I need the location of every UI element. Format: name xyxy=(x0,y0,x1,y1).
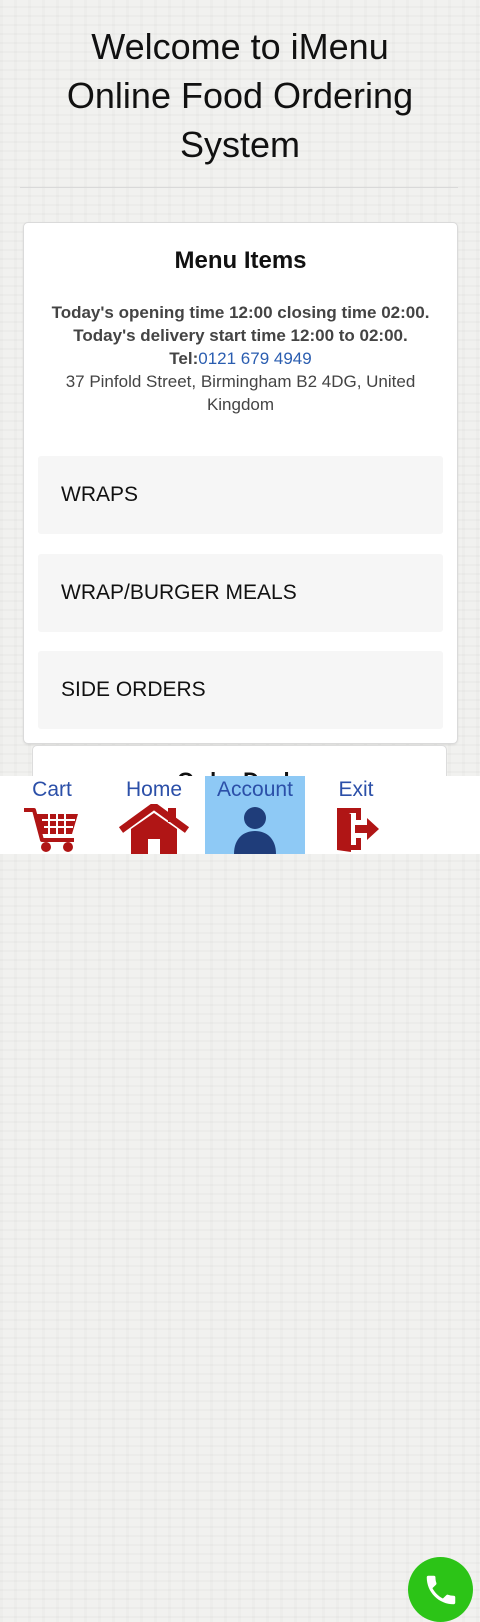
title-line-1: Welcome to iMenu xyxy=(91,26,389,67)
card-heading: Menu Items xyxy=(174,247,307,274)
nav-account-label: Account xyxy=(217,778,293,801)
nav-account[interactable]: Account xyxy=(205,776,305,854)
title-line-3: System xyxy=(179,124,301,165)
nav-cart[interactable]: Cart xyxy=(18,776,86,854)
store-info: Today's opening time 12:00 closing time … xyxy=(34,301,447,416)
tel-link[interactable]: 0121 679 4949 xyxy=(198,349,311,368)
nav-exit[interactable]: Exit xyxy=(330,776,382,854)
store-address: 37 Pinfold Street, Birmingham B2 4DG, Un… xyxy=(65,372,416,414)
cart-icon xyxy=(24,808,78,852)
home-icon xyxy=(119,804,189,854)
phone-icon xyxy=(426,1575,456,1605)
delivery-times: Today's delivery start time 12:00 to 02:… xyxy=(73,326,408,345)
menu-item-side-orders[interactable]: SIDE ORDERS xyxy=(38,651,443,729)
nav-home[interactable]: Home xyxy=(118,776,190,854)
call-button[interactable] xyxy=(408,1557,473,1622)
menu-item-wraps[interactable]: WRAPS xyxy=(38,456,443,534)
menu-items-card: Menu Items Today's opening time 12:00 cl… xyxy=(23,222,458,744)
header-divider xyxy=(20,187,458,188)
nav-cart-label: Cart xyxy=(32,778,72,801)
tel-label: Tel: xyxy=(169,349,199,368)
nav-exit-label: Exit xyxy=(338,778,374,801)
nav-home-label: Home xyxy=(125,778,183,801)
opening-times: Today's opening time 12:00 closing time … xyxy=(51,303,430,322)
account-icon xyxy=(234,807,276,854)
bottom-nav: Cart Home Account Exit xyxy=(0,776,480,1622)
menu-item-wrap-burger-meals[interactable]: WRAP/BURGER MEALS xyxy=(38,554,443,632)
title-line-2: Online Food Ordering xyxy=(66,75,414,116)
exit-icon xyxy=(337,808,379,852)
page-title: Welcome to iMenu Online Food Ordering Sy… xyxy=(20,22,460,169)
